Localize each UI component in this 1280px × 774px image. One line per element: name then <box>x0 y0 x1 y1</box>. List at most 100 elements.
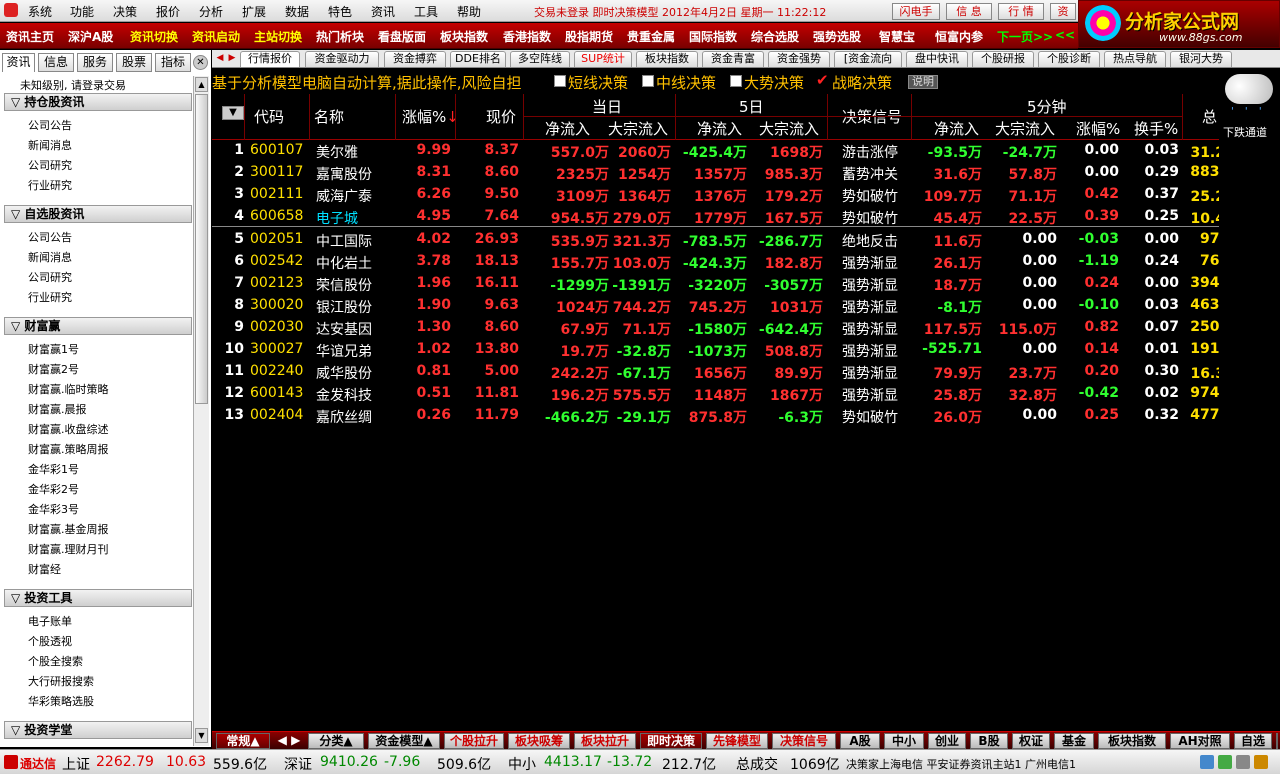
section-header-3[interactable]: ▽ 投资工具 <box>4 589 192 607</box>
view-tab-0[interactable]: 行情报价 <box>240 51 300 67</box>
left-scrollbar[interactable]: ▲ ▼ <box>193 76 209 746</box>
toolbar-item-7[interactable]: 板块指数 <box>440 28 488 45</box>
menu-help[interactable]: 帮助 <box>457 3 481 20</box>
table-row[interactable]: 10 300027 华谊兄弟 1.02 13.80 19.7万 -32.8万 -1073万 50… <box>212 339 1239 361</box>
toolbar-item-0[interactable]: 资讯主页 <box>6 28 54 45</box>
table-row[interactable]: 9 002030 达安基因 1.30 8.60 67.9万 71.1万 -1580万 -642.… <box>212 317 1239 339</box>
bottom-tab-7[interactable]: 即时决策 <box>640 733 702 749</box>
tree-item[interactable]: 公司研究 <box>28 269 72 285</box>
toolbar-item-2[interactable]: 资讯切换 <box>130 28 178 45</box>
tree-item[interactable]: 财富赢1号 <box>28 341 79 357</box>
col-price[interactable]: 现价 <box>486 106 516 127</box>
tab-next-icon[interactable]: ▶ <box>226 51 238 66</box>
view-tab-14[interactable]: 银河大势 <box>1170 51 1232 67</box>
col-name[interactable]: 名称 <box>314 106 344 127</box>
col-day-net[interactable]: 净流入 <box>545 118 590 139</box>
toolbar-item-1[interactable]: 深沪A股 <box>68 28 113 45</box>
quote-button[interactable]: 行 情 <box>998 3 1044 20</box>
bottom-tab-9[interactable]: 决策信号 <box>772 733 836 749</box>
bottom-tab-13[interactable]: B股 <box>970 733 1008 749</box>
menu-data[interactable]: 数据 <box>285 3 309 20</box>
menu-extend[interactable]: 扩展 <box>242 3 266 20</box>
sh-value[interactable]: 2262.79 <box>96 754 154 770</box>
toolbar-item-17[interactable]: << <box>1055 28 1075 42</box>
table-row[interactable]: 11 002240 威华股份 0.81 5.00 242.2万 -67.1万 1656万 89.… <box>212 361 1239 383</box>
bottom-tab-14[interactable]: 权证 <box>1012 733 1050 749</box>
toolbar-item-9[interactable]: 股指期货 <box>565 28 613 45</box>
toolbar-item-3[interactable]: 资讯启动 <box>192 28 240 45</box>
section-header-4[interactable]: ▽ 投资学堂 <box>4 721 192 739</box>
toolbar-item-15[interactable]: 恒富内参 <box>935 28 983 45</box>
scroll-thumb[interactable] <box>195 94 208 404</box>
scroll-down-icon[interactable]: ▼ <box>195 728 208 743</box>
bottom-tab-19[interactable]: 板块▲ <box>1276 733 1278 749</box>
menu-system[interactable]: 系统 <box>28 3 52 20</box>
bottom-tab-3[interactable]: 资金模型▲ <box>368 733 440 749</box>
section-header-2[interactable]: ▽ 财富赢 <box>4 317 192 335</box>
tree-item[interactable]: 公司研究 <box>28 157 72 173</box>
section-header-0[interactable]: ▽ 持仓股资讯 <box>4 93 192 111</box>
view-tab-2[interactable]: 资金搏弈 <box>384 51 446 67</box>
left-tab-indicator[interactable]: 指标 <box>155 53 191 72</box>
tree-item[interactable]: 个股透视 <box>28 633 72 649</box>
bottom-tab-4[interactable]: 个股拉升 <box>444 733 504 749</box>
left-tab-info[interactable]: 资讯 <box>2 53 35 72</box>
view-tab-3[interactable]: DDE排名 <box>450 51 506 67</box>
table-row[interactable]: 3 002111 威海广泰 6.26 9.50 3109万 1364万 1376万 179.2万… <box>212 184 1239 206</box>
bottom-tab-18[interactable]: 自选 <box>1234 733 1272 749</box>
table-row[interactable]: 7 002123 荣信股份 1.96 16.11 -1299万 -1391万 -3220万 -3… <box>212 273 1239 295</box>
col-turnover[interactable]: 换手% <box>1134 118 1178 139</box>
tree-item[interactable]: 财富经 <box>28 561 61 577</box>
col-5d-net[interactable]: 净流入 <box>697 118 742 139</box>
tab-prev-icon[interactable]: ◀ <box>214 51 226 66</box>
short-decision-checkbox[interactable] <box>554 75 566 87</box>
scroll-up-icon[interactable]: ▲ <box>195 77 208 92</box>
table-row[interactable]: 1 600107 美尔雅 9.99 8.37 557.0万 2060万 -425.4万 1698… <box>212 140 1239 162</box>
toolbar-item-6[interactable]: 看盘版面 <box>378 28 426 45</box>
tree-item[interactable]: 行业研究 <box>28 289 72 305</box>
menu-quote[interactable]: 报价 <box>156 3 180 20</box>
toolbar-item-16[interactable]: 下一页>> <box>997 28 1053 45</box>
col-day-big[interactable]: 大宗流入 <box>608 118 668 139</box>
tree-item[interactable]: 华彩策略选股 <box>28 693 94 709</box>
tree-item[interactable]: 大行研报搜索 <box>28 673 94 689</box>
toolbar-item-14[interactable]: 智慧宝 <box>879 28 915 45</box>
table-row[interactable]: 4 600658 电子城 4.95 7.64 954.5万 279.0万 1779万 167.5… <box>212 206 1239 228</box>
bottom-tab-6[interactable]: 板块拉升 <box>574 733 636 749</box>
info-button-2[interactable]: 资 <box>1050 3 1076 20</box>
view-tab-10[interactable]: 盘中快讯 <box>906 51 968 67</box>
view-tab-1[interactable]: 资金驱动力 <box>305 51 379 67</box>
tree-item[interactable]: 财富赢.策略周报 <box>28 441 109 457</box>
view-tab-12[interactable]: 个股诊断 <box>1038 51 1100 67</box>
table-row[interactable]: 5 002051 中工国际 4.02 26.93 535.9万 321.3万 -783.5万 -… <box>212 229 1239 251</box>
section-header-1[interactable]: ▽ 自选股资讯 <box>4 205 192 223</box>
info-button[interactable]: 信 息 <box>946 3 992 20</box>
menu-info[interactable]: 资讯 <box>371 3 395 20</box>
toolbar-item-4[interactable]: 主站切换 <box>254 28 302 45</box>
tree-item[interactable]: 财富赢.基金周报 <box>28 521 109 537</box>
tree-item[interactable]: 财富赢2号 <box>28 361 79 377</box>
toolbar-item-5[interactable]: 热门析块 <box>316 28 364 45</box>
view-tab-11[interactable]: 个股研报 <box>972 51 1034 67</box>
column-chooser-icon[interactable]: ▼ <box>222 106 244 120</box>
toolbar-item-11[interactable]: 国际指数 <box>689 28 737 45</box>
bottom-tab-12[interactable]: 创业 <box>928 733 966 749</box>
market-weather[interactable]: ' ' ' 下跌通道 <box>1219 68 1280 139</box>
sz-value[interactable]: 9410.26 <box>320 754 378 770</box>
table-row[interactable]: 6 002542 中化岩土 3.78 18.13 155.7万 103.0万 -424.3万 1… <box>212 251 1239 273</box>
tree-item[interactable]: 公司公告 <box>28 229 72 245</box>
bottom-tab-16[interactable]: 板块指数 <box>1098 733 1166 749</box>
bottom-tab-15[interactable]: 基金 <box>1054 733 1094 749</box>
trend-decision-checkbox[interactable] <box>730 75 742 87</box>
bottom-tab-11[interactable]: 中小 <box>884 733 924 749</box>
left-tab-service[interactable]: 服务 <box>77 53 113 72</box>
menu-function[interactable]: 功能 <box>70 3 94 20</box>
menu-tools[interactable]: 工具 <box>414 3 438 20</box>
view-tab-7[interactable]: 资金青富 <box>702 51 764 67</box>
col-5m-pct[interactable]: 涨幅% <box>1076 118 1120 139</box>
col-pct[interactable]: 涨幅%↓ <box>402 106 459 127</box>
table-row[interactable]: 13 002404 嘉欣丝绸 0.26 11.79 -466.2万 -29.1万 875.8万… <box>212 405 1239 427</box>
tree-item[interactable]: 财富赢.晨报 <box>28 401 87 417</box>
bottom-tab-10[interactable]: A股 <box>840 733 880 749</box>
menu-feature[interactable]: 特色 <box>328 3 352 20</box>
